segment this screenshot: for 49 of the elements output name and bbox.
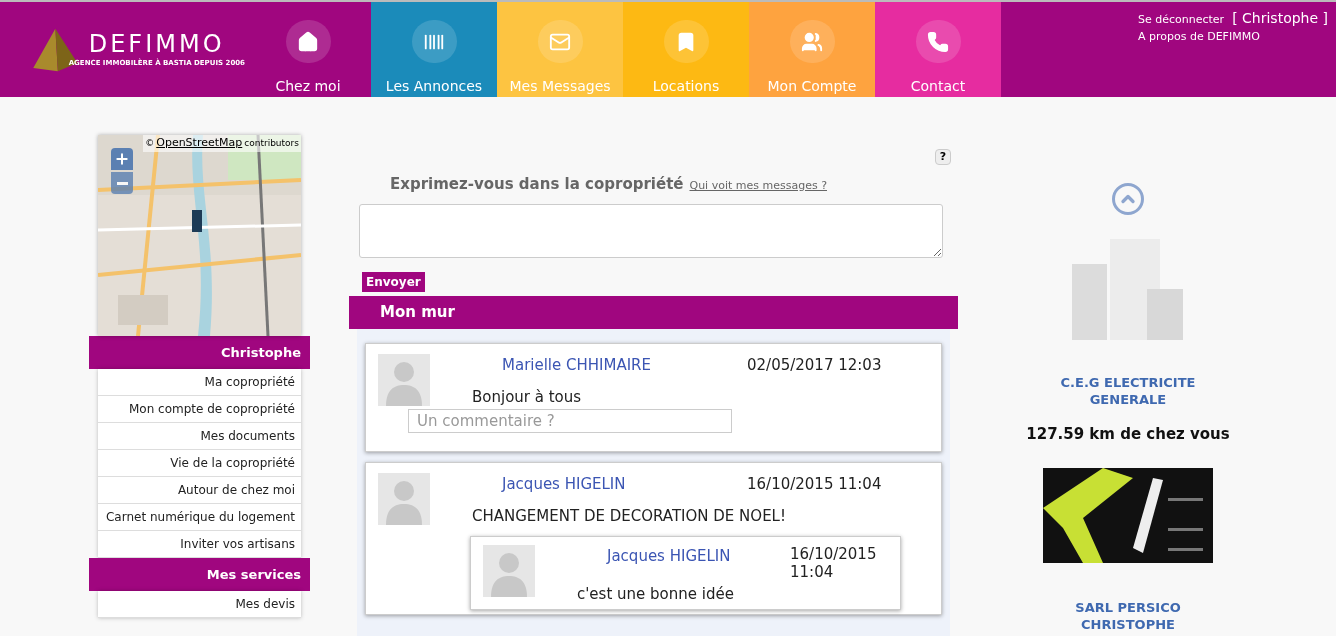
artisan-name[interactable]: C.E.G ELECTRICITE GENERALE <box>1028 374 1228 408</box>
avatar-icon <box>378 472 430 525</box>
author-name[interactable]: Jacques HIGELIN <box>502 472 747 495</box>
post-message: CHANGEMENT DE DECORATION DE NOEL! <box>472 506 787 527</box>
sidebar-item[interactable]: Mes documents <box>98 423 301 450</box>
artisan-name[interactable]: SARL PERSICO CHRISTOPHE <box>1028 598 1228 633</box>
avatar-icon <box>378 353 430 406</box>
wall-header: Mon mur <box>349 295 958 329</box>
map-attribution-text: contributors <box>244 137 299 150</box>
author-name[interactable]: Jacques HIGELIN <box>607 544 790 581</box>
about-link[interactable]: A propos de DEFIMMO <box>1138 29 1336 46</box>
plus-icon <box>114 151 130 167</box>
home-icon <box>297 30 319 53</box>
copyright-symbol: © <box>145 137 155 150</box>
send-button[interactable]: Envoyer <box>362 271 425 292</box>
buildings-icon <box>1072 239 1184 340</box>
brand-name: DEFIMMO <box>88 32 226 56</box>
post-date: 16/10/2015 11:04 <box>790 544 878 581</box>
map-attribution-link[interactable]: OpenStreetMap <box>156 135 243 152</box>
scroll-up-button[interactable] <box>1112 183 1144 215</box>
people-icon <box>801 30 823 53</box>
sidebar-item[interactable]: Mon compte de copropriété <box>98 396 301 423</box>
avatar-icon <box>483 544 535 597</box>
post-date: 16/10/2015 11:04 <box>747 473 882 495</box>
sidebar-item[interactable]: Autour de chez moi <box>98 477 301 504</box>
author-name[interactable]: Marielle CHHIMAIRE <box>502 353 747 376</box>
sidebar-item[interactable]: Carnet numérique du logement <box>98 504 301 531</box>
post-message: Bonjour à tous <box>472 387 583 408</box>
comment-field[interactable]: Un commentaire ? <box>408 408 732 433</box>
help-button[interactable]: ? <box>935 149 951 165</box>
sidebar-item[interactable]: Vie de la copropriété <box>98 450 301 477</box>
visibility-link[interactable]: Qui voit mes messages ? <box>689 178 827 195</box>
logout-link[interactable]: Se déconnecter <box>1138 12 1225 29</box>
post-date: 02/05/2017 12:03 <box>747 354 882 376</box>
composer-title: Exprimez-vous dans la copropriété <box>390 174 684 195</box>
sidebar-item[interactable]: Mes devis <box>98 591 301 618</box>
nav-tab[interactable]: Les Annonces <box>371 2 497 97</box>
distance-text: 127.59 km de chez vous <box>1026 424 1230 445</box>
sidebar-header: Christophe <box>89 336 310 369</box>
sidebar-item[interactable]: Ma copropriété <box>98 369 301 396</box>
sidebar-header: Mes services <box>89 558 310 591</box>
post-message: c'est une bonne idée <box>577 583 735 605</box>
zoom-out-button[interactable] <box>111 172 133 194</box>
nav-tab[interactable]: Contact <box>875 2 1001 97</box>
phone-icon <box>927 30 949 53</box>
minus-icon <box>116 181 128 185</box>
user-name: [ Christophe ] <box>1232 9 1328 28</box>
message-field[interactable] <box>359 203 943 258</box>
zoom-in-button[interactable] <box>111 148 133 170</box>
